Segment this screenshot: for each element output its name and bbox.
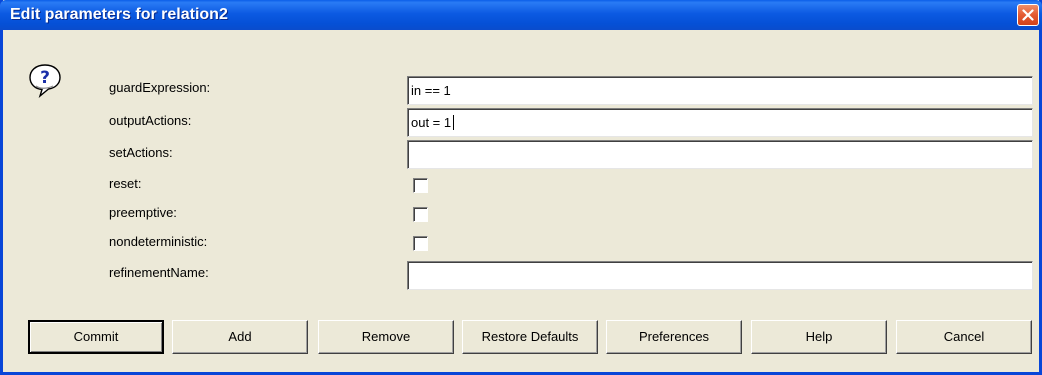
restore-defaults-button[interactable]: Restore Defaults	[462, 320, 598, 354]
close-button[interactable]	[1017, 4, 1039, 26]
help-button[interactable]: Help	[751, 320, 887, 354]
nondeterministic-checkbox[interactable]	[413, 236, 428, 251]
set-actions-label: setActions:	[109, 145, 173, 160]
reset-label: reset:	[109, 176, 142, 191]
output-actions-field[interactable]: out = 1	[407, 108, 1033, 137]
text-caret	[453, 115, 455, 130]
svg-text:?: ?	[40, 68, 50, 88]
preemptive-checkbox[interactable]	[413, 207, 428, 222]
reset-checkbox[interactable]	[413, 178, 428, 193]
output-actions-label: outputActions:	[109, 113, 192, 128]
add-button[interactable]: Add	[172, 320, 308, 354]
question-icon: ?	[29, 64, 61, 98]
dialog-title: Edit parameters for relation2	[10, 6, 228, 23]
guard-expression-field[interactable]: in == 1	[407, 76, 1033, 105]
refinement-name-label: refinementName:	[109, 265, 209, 280]
refinement-name-field[interactable]	[407, 261, 1033, 290]
guard-expression-label: guardExpression:	[109, 80, 211, 95]
nondeterministic-label: nondeterministic:	[109, 234, 208, 249]
guard-expression-value: in == 1	[411, 83, 451, 98]
output-actions-value: out = 1	[411, 115, 452, 130]
remove-button[interactable]: Remove	[318, 320, 454, 354]
cancel-button[interactable]: Cancel	[896, 320, 1032, 354]
preferences-button[interactable]: Preferences	[606, 320, 742, 354]
edit-parameters-dialog: Edit parameters for relation2 ? guardExp…	[0, 0, 1042, 375]
set-actions-field[interactable]	[407, 140, 1033, 169]
title-bar[interactable]: Edit parameters for relation2	[0, 0, 1042, 30]
close-icon	[1022, 9, 1034, 21]
commit-button[interactable]: Commit	[28, 320, 164, 354]
preemptive-label: preemptive:	[109, 205, 177, 220]
